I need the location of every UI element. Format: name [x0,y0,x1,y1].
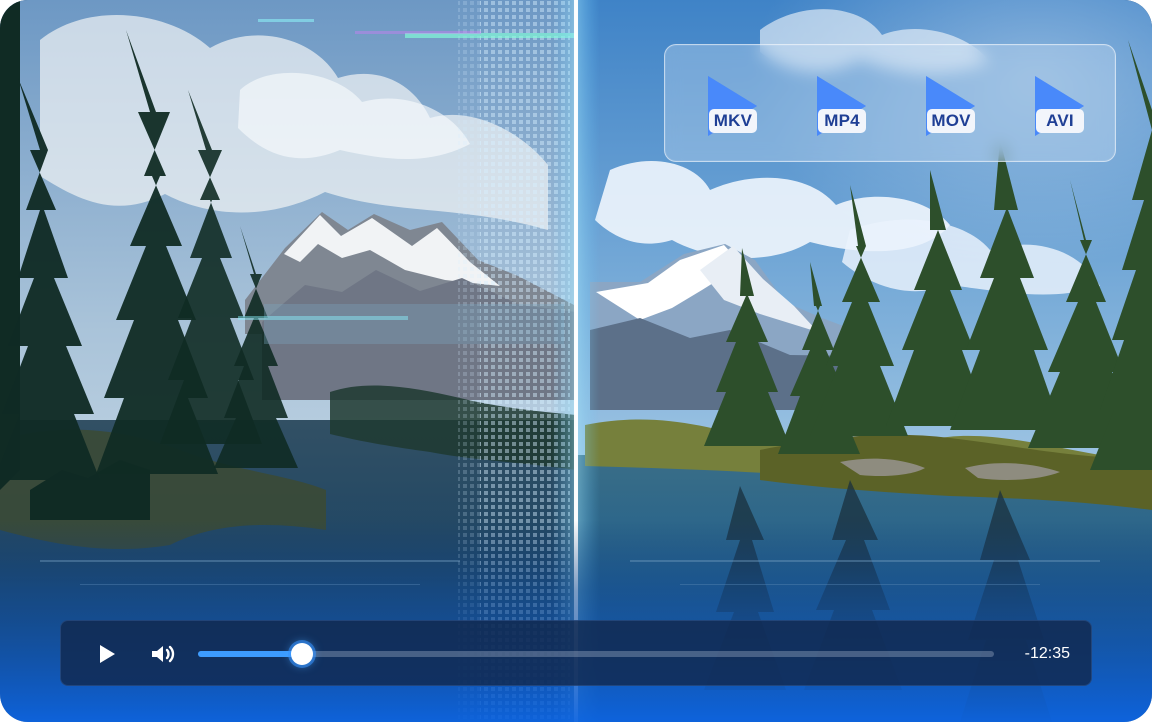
video-preview-frame: MKV MP4 MOV AVI -12:35 [0,0,1152,722]
format-label: MP4 [818,109,866,133]
avi-format-badge: AVI [1024,69,1094,143]
remaining-time: -12:35 [1024,645,1070,662]
volume-button[interactable] [149,642,177,666]
volume-icon [152,645,175,663]
format-label: AVI [1036,109,1084,133]
mov-format-badge: MOV [915,69,985,143]
mp4-format-badge: MP4 [806,69,876,143]
progress-thumb[interactable] [291,643,314,665]
play-button[interactable] [96,642,118,666]
progress-fill [198,651,303,657]
mkv-format-badge: MKV [697,69,767,143]
video-progress-slider[interactable] [198,643,994,665]
format-label: MOV [927,109,975,133]
format-label: MKV [709,109,757,133]
format-panel: MKV MP4 MOV AVI [664,44,1116,162]
play-icon [100,645,115,663]
video-control-bar: -12:35 [60,620,1092,686]
